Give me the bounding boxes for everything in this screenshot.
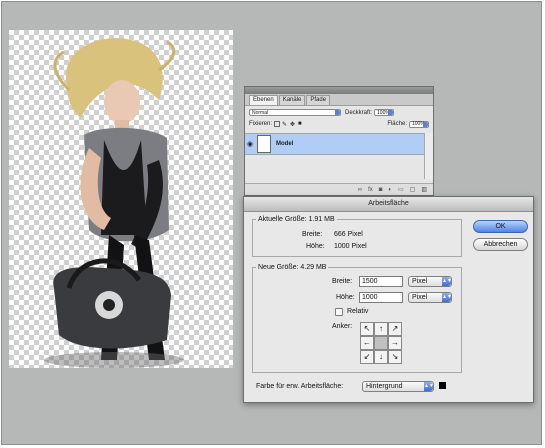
- color-swatch[interactable]: [439, 382, 446, 389]
- folder-icon[interactable]: ▭: [398, 186, 404, 193]
- chevron-down-icon: [388, 110, 394, 115]
- ok-button[interactable]: OK: [473, 220, 528, 233]
- width-unit-select[interactable]: Pixel ▲▼: [408, 276, 452, 287]
- chevron-down-icon: [335, 110, 340, 115]
- link-icon[interactable]: ∞: [358, 187, 362, 193]
- chevron-updown-icon: ▲▼: [442, 293, 452, 302]
- arrow-down-icon[interactable]: ↓: [374, 350, 388, 364]
- dialog-title: Arbeitsfläche: [244, 197, 533, 212]
- extension-color-value: Hintergrund: [366, 383, 403, 390]
- extension-color-label: Farbe für erw. Arbeitsfläche:: [256, 383, 344, 390]
- current-size-label: Aktuelle Größe: 1.91 MB: [256, 216, 337, 223]
- relative-checkbox[interactable]: [335, 308, 343, 316]
- lock-row: Fixieren: ✎ ✥ ■ Fläche: 100%: [245, 119, 433, 129]
- arrow-up-left-icon[interactable]: ↖: [360, 322, 374, 336]
- anchor-label: Anker:: [332, 323, 353, 330]
- new-height-label: Höhe:: [336, 294, 355, 301]
- height-unit-value: Pixel: [412, 294, 428, 301]
- extension-color-select[interactable]: Hintergrund ▲▼: [362, 381, 434, 392]
- tab-layers[interactable]: Ebenen: [249, 95, 278, 105]
- fill-field[interactable]: 100%: [409, 120, 429, 128]
- current-height-label: Höhe:: [306, 243, 325, 250]
- new-layer-icon[interactable]: ▢: [410, 186, 416, 193]
- fill-label: Fläche:: [387, 121, 407, 127]
- arrow-up-right-icon[interactable]: ↗: [388, 322, 402, 336]
- arrow-down-right-icon[interactable]: ↘: [388, 350, 402, 364]
- chevron-down-icon: [423, 121, 428, 127]
- height-input[interactable]: 1000: [359, 292, 403, 303]
- arrow-down-left-icon[interactable]: ↙: [360, 350, 374, 364]
- workspace: Ebenen Kanäle Pfade Normal Deckkraft: 10…: [1, 1, 542, 445]
- height-unit-select[interactable]: Pixel ▲▼: [408, 292, 452, 303]
- brush-lock-icon[interactable]: ✎: [282, 121, 288, 128]
- move-lock-icon[interactable]: ✥: [290, 121, 296, 128]
- new-size-label: Neue Größe: 4.29 MB: [256, 264, 329, 271]
- relative-label: Relativ: [347, 308, 369, 315]
- model-photo: [44, 38, 184, 368]
- fx-icon[interactable]: fx: [368, 187, 373, 193]
- layer-name: Model: [276, 141, 294, 147]
- mask-icon[interactable]: ◙: [379, 187, 383, 193]
- anchor-center[interactable]: [374, 336, 388, 350]
- canvas-size-dialog: Arbeitsfläche Aktuelle Größe: 1.91 MB Br…: [243, 196, 534, 403]
- current-width-label: Breite:: [302, 231, 323, 238]
- current-height-value: 1000 Pixel: [334, 243, 367, 250]
- panel-scrollbar[interactable]: [424, 133, 433, 179]
- width-unit-value: Pixel: [412, 278, 428, 285]
- cancel-button[interactable]: Abbrechen: [473, 238, 528, 251]
- document-canvas[interactable]: [9, 30, 233, 368]
- lock-transparency-icon[interactable]: [274, 121, 281, 127]
- eye-icon[interactable]: ◉: [245, 140, 255, 148]
- opacity-label: Deckkraft:: [345, 109, 373, 116]
- arrow-left-icon[interactable]: ←: [360, 336, 374, 350]
- adjustment-icon[interactable]: ◐: [388, 187, 392, 193]
- lock-label: Fixieren:: [249, 121, 273, 127]
- blend-row: Normal Deckkraft: 100%: [245, 106, 433, 119]
- lock-all-icon[interactable]: ■: [298, 121, 304, 127]
- layer-thumbnail: [257, 135, 271, 153]
- layer-row-model[interactable]: ◉ Model: [245, 133, 425, 155]
- arrow-up-icon[interactable]: ↑: [374, 322, 388, 336]
- tab-paths[interactable]: Pfade: [306, 95, 331, 105]
- panel-titlebar[interactable]: [245, 87, 433, 94]
- anchor-grid: ↖ ↑ ↗ ← → ↙ ↓ ↘: [360, 322, 402, 364]
- current-size-group: [252, 219, 462, 257]
- arrow-right-icon[interactable]: →: [388, 336, 402, 350]
- panel-tabs: Ebenen Kanäle Pfade: [245, 94, 433, 106]
- current-width-value: 666 Pixel: [334, 231, 363, 238]
- blend-mode-value: Normal: [252, 109, 269, 116]
- panel-footer: ∞ fx ◙ ◐ ▭ ▢ ▥: [245, 183, 433, 195]
- blend-mode-select[interactable]: Normal: [249, 109, 341, 116]
- width-input[interactable]: 1500: [359, 276, 403, 287]
- chevron-updown-icon: ▲▼: [424, 382, 434, 391]
- tab-channels[interactable]: Kanäle: [278, 95, 306, 105]
- new-width-label: Breite:: [332, 278, 353, 285]
- opacity-field[interactable]: 100%: [374, 109, 395, 116]
- layers-panel: Ebenen Kanäle Pfade Normal Deckkraft: 10…: [244, 86, 434, 196]
- chevron-updown-icon: ▲▼: [442, 277, 452, 286]
- trash-icon[interactable]: ▥: [421, 186, 427, 193]
